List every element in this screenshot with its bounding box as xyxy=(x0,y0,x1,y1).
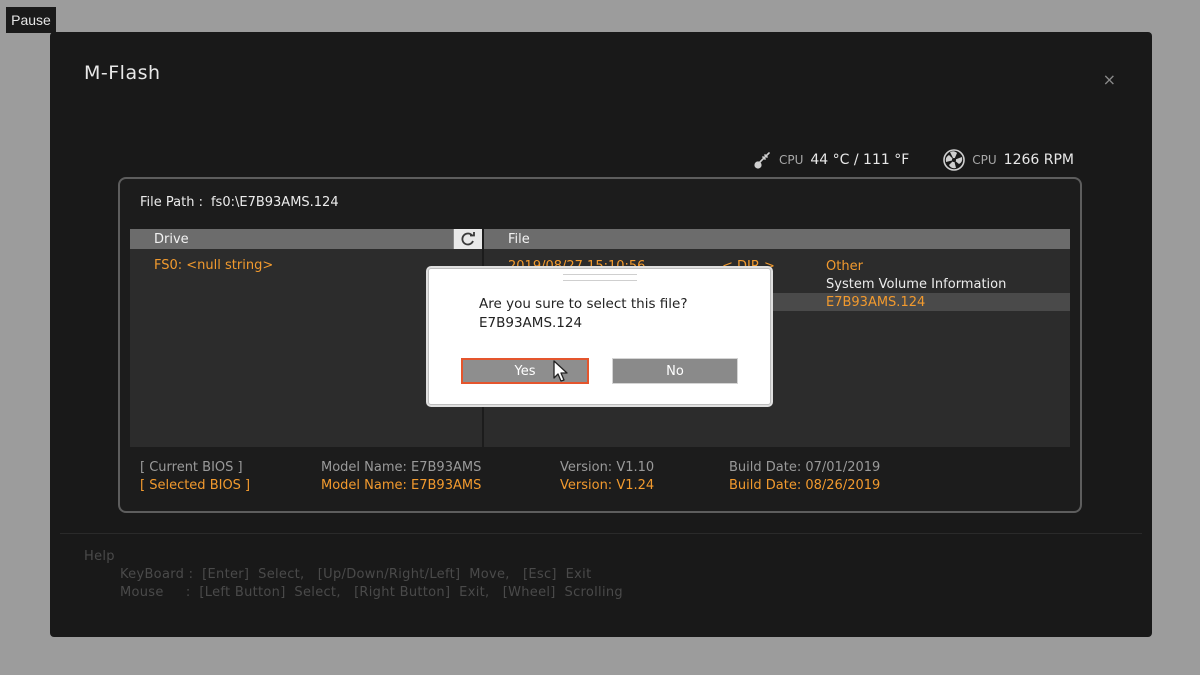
selected-bios-version: Version: V1.24 xyxy=(560,478,655,493)
cpu-temperature: CPU 44 °C / 111 °F xyxy=(752,150,909,170)
dialog-filename: E7B93AMS.124 xyxy=(479,315,583,331)
confirm-dialog: Are you sure to select this file? E7B93A… xyxy=(428,268,771,405)
drive-item-fs0[interactable]: FS0: <null string> xyxy=(154,258,273,273)
hardware-monitor: CPU 44 °C / 111 °F CPU 1266 RPM xyxy=(752,149,1074,171)
cpu-fan-value: 1266 RPM xyxy=(1003,152,1074,168)
cpu-fan-label: CPU xyxy=(972,153,997,167)
fan-icon xyxy=(941,149,967,171)
no-button[interactable]: No xyxy=(612,358,738,384)
help-mouse: Mouse : [Left Button] Select, [Right But… xyxy=(120,585,623,600)
file-path-label: File Path : xyxy=(140,195,203,210)
window-title: M-Flash xyxy=(84,62,161,84)
yes-button[interactable]: Yes xyxy=(461,358,589,384)
dialog-drag-handle[interactable] xyxy=(563,274,637,281)
file-header: File xyxy=(484,229,1070,249)
selected-bios-build-date: Build Date: 08/26/2019 xyxy=(729,478,881,493)
file-header-label: File xyxy=(508,231,530,247)
help-keyboard: KeyBoard : [Enter] Select, [Up/Down/Righ… xyxy=(120,567,592,582)
dialog-question: Are you sure to select this file? xyxy=(479,296,688,312)
selected-bios-model: Model Name: E7B93AMS xyxy=(321,478,482,493)
current-bios-build-date: Build Date: 07/01/2019 xyxy=(729,460,881,475)
close-icon[interactable]: × xyxy=(1103,72,1116,88)
thermometer-icon xyxy=(752,150,774,170)
drive-header-label: Drive xyxy=(154,231,189,247)
file-name: E7B93AMS.124 xyxy=(826,294,926,310)
cpu-temp-value: 44 °C / 111 °F xyxy=(810,152,910,168)
file-name: Other xyxy=(826,258,863,274)
help-title: Help xyxy=(84,549,115,564)
file-name: System Volume Information xyxy=(826,276,1007,292)
current-bios-label: [ Current BIOS ] xyxy=(140,460,243,475)
pause-label[interactable]: Pause xyxy=(6,7,56,33)
file-path: File Path : fs0:\E7B93AMS.124 xyxy=(140,195,339,210)
dialog-message: Are you sure to select this file? E7B93A… xyxy=(479,295,688,333)
refresh-button[interactable] xyxy=(453,229,482,249)
drive-header: Drive xyxy=(130,229,482,249)
current-bios-version: Version: V1.10 xyxy=(560,460,655,475)
help-divider xyxy=(60,533,1142,534)
cpu-fan-speed: CPU 1266 RPM xyxy=(941,149,1074,171)
selected-bios-label: [ Selected BIOS ] xyxy=(140,478,251,493)
file-path-value: fs0:\E7B93AMS.124 xyxy=(210,195,339,210)
help-section: Help KeyBoard : [Enter] Select, [Up/Down… xyxy=(84,548,623,602)
current-bios-model: Model Name: E7B93AMS xyxy=(321,460,482,475)
refresh-icon xyxy=(461,232,475,246)
cpu-temp-label: CPU xyxy=(778,153,804,167)
